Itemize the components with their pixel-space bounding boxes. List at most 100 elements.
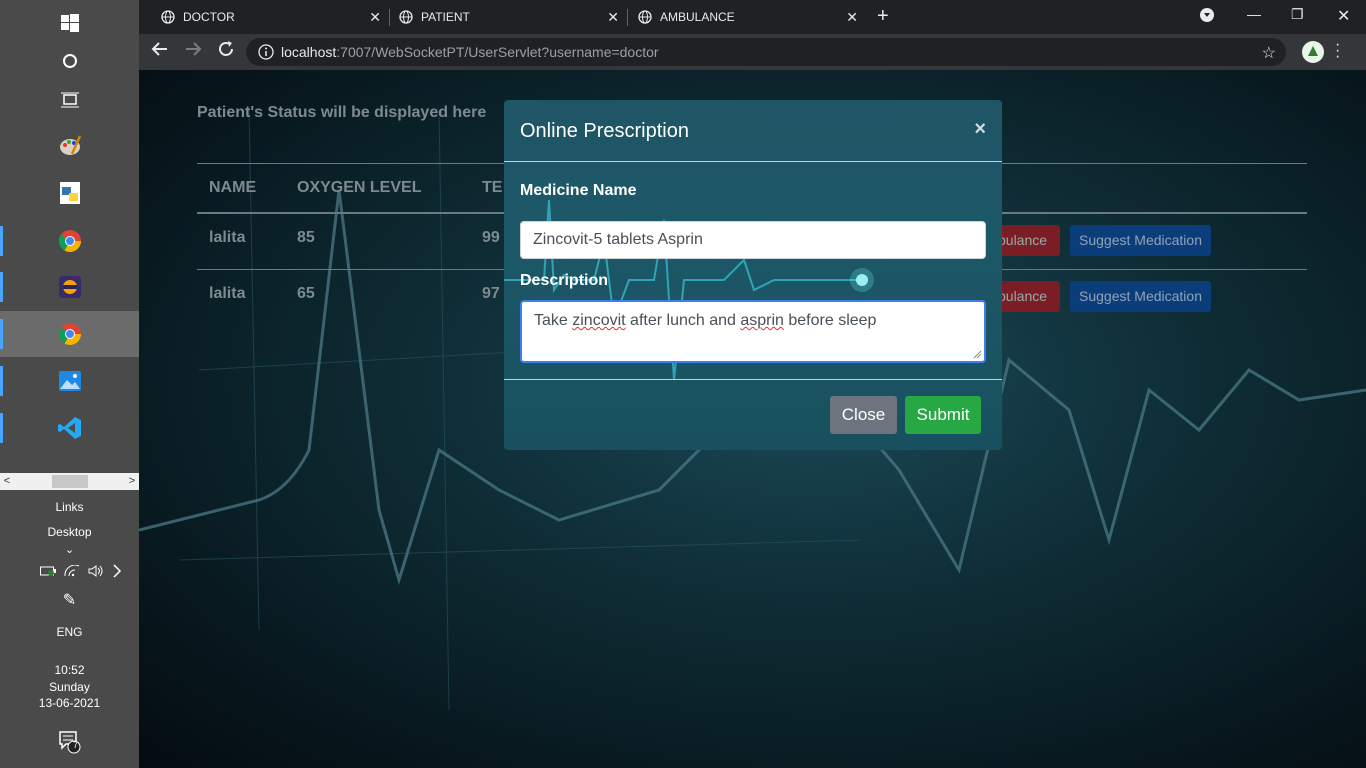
- profile-avatar[interactable]: [1301, 40, 1325, 69]
- modal-header: Online Prescription ×: [504, 100, 1002, 162]
- modal-title: Online Prescription: [520, 120, 689, 142]
- description-textarea[interactable]: Take zincovit after lunch and asprin bef…: [520, 300, 986, 363]
- description-text-part: Take: [534, 312, 573, 329]
- medicine-name-input[interactable]: Zincovit-5 tablets Asprin: [520, 221, 986, 259]
- taskbar-app-javaee[interactable]: [0, 264, 139, 310]
- eclipse-javaee-icon: [58, 276, 81, 298]
- info-icon[interactable]: [258, 44, 274, 60]
- misspelled-word: zincovit: [572, 312, 626, 329]
- back-icon[interactable]: [151, 40, 169, 63]
- desktop-toolbar[interactable]: Desktop: [0, 525, 139, 539]
- cell-oxygen: 65: [297, 285, 315, 302]
- globe-icon: [399, 10, 413, 24]
- minimize-icon[interactable]: —: [1247, 6, 1261, 22]
- chevron-down-icon[interactable]: ⌄: [0, 543, 139, 556]
- description-text-part: after lunch and: [625, 312, 741, 329]
- suggest-medication-button[interactable]: Suggest Medication: [1070, 281, 1211, 312]
- scroll-right-icon[interactable]: >: [125, 473, 139, 490]
- column-header-name: NAME: [209, 179, 257, 196]
- action-center-button[interactable]: 7: [0, 730, 139, 757]
- taskbar-app-chrome-1[interactable]: [0, 218, 139, 264]
- tab-label: DOCTOR: [183, 10, 235, 24]
- clock-date[interactable]: 13-06-2021: [0, 696, 139, 710]
- profile-menu-icon[interactable]: [1200, 8, 1214, 25]
- tab-label: AMBULANCE: [660, 10, 735, 24]
- globe-icon: [161, 10, 175, 24]
- close-window-icon[interactable]: ✕: [1337, 6, 1350, 26]
- taskbar: < > Links Desktop ⌄ ✎ ENG 10:52 Sunday 1…: [0, 0, 139, 768]
- prescription-modal: Online Prescription × Medicine Name Zinc…: [504, 100, 1002, 450]
- url-text[interactable]: localhost:7007/WebSocketPT/UserServlet?u…: [281, 44, 659, 60]
- windows-icon: [60, 14, 79, 32]
- submit-button[interactable]: Submit: [905, 396, 981, 434]
- tab-label: PATIENT: [421, 10, 470, 24]
- running-indicator: [0, 272, 3, 302]
- forward-icon[interactable]: [184, 40, 202, 63]
- suggest-medication-button[interactable]: Suggest Medication: [1070, 225, 1211, 256]
- running-indicator: [0, 413, 3, 443]
- tab-patient[interactable]: PATIENT ✕: [377, 0, 627, 34]
- status-title: Patient's Status will be displayed here: [197, 104, 487, 121]
- links-toolbar[interactable]: Links: [0, 500, 139, 514]
- browser-chrome: DOCTOR ✕ PATIENT ✕ AMBULANCE ✕ + — ❐ ✕ l…: [139, 0, 1366, 70]
- bookmark-star-icon[interactable]: ☆: [1262, 43, 1276, 63]
- description-label: Description: [520, 272, 609, 289]
- tab-ambulance[interactable]: AMBULANCE ✕: [616, 0, 866, 34]
- vscode-icon: [57, 417, 81, 439]
- paint-palette-icon: [59, 135, 81, 155]
- chevron-right-icon[interactable]: [112, 564, 122, 578]
- column-header-oxygen: OXYGEN LEVEL: [297, 179, 422, 196]
- modal-footer-divider: [504, 379, 1002, 380]
- system-tray: [40, 564, 122, 578]
- cell-temperature: 99: [482, 229, 500, 246]
- volume-icon[interactable]: [88, 565, 104, 577]
- battery-icon[interactable]: [40, 566, 56, 576]
- task-view-button[interactable]: [0, 77, 139, 123]
- clock-time[interactable]: 10:52: [0, 663, 139, 677]
- new-tab-icon[interactable]: +: [877, 5, 889, 28]
- task-view-icon: [60, 92, 79, 108]
- resize-grip-icon[interactable]: [973, 350, 982, 359]
- address-bar[interactable]: localhost:7007/WebSocketPT/UserServlet?u…: [246, 38, 1286, 66]
- photos-icon: [58, 371, 81, 391]
- tab-doctor[interactable]: DOCTOR ✕: [139, 0, 389, 34]
- ambulance-button[interactable]: bulance: [994, 281, 1060, 312]
- python-file-icon: [59, 182, 80, 204]
- url-host: localhost: [281, 44, 337, 60]
- avatar-icon: [1302, 41, 1324, 63]
- restore-icon[interactable]: ❐: [1291, 6, 1304, 23]
- notification-count: 7: [73, 740, 79, 750]
- taskbar-scrollbar[interactable]: < >: [0, 473, 139, 490]
- close-tab-icon[interactable]: ✕: [846, 9, 858, 26]
- clock-day[interactable]: Sunday: [0, 680, 139, 694]
- taskbar-app-vscode[interactable]: [0, 405, 139, 451]
- url-path: :7007/WebSocketPT/UserServlet?username=d…: [336, 44, 659, 60]
- pen-icon[interactable]: ✎: [0, 590, 139, 610]
- wifi-icon[interactable]: [64, 565, 80, 577]
- cell-temperature: 97: [482, 285, 500, 302]
- chrome-icon: [58, 323, 81, 345]
- running-indicator: [0, 366, 3, 396]
- language-indicator[interactable]: ENG: [0, 625, 139, 639]
- close-button[interactable]: Close: [830, 396, 897, 434]
- ambulance-button[interactable]: bulance: [994, 225, 1060, 256]
- cell-name: lalita: [209, 285, 246, 302]
- close-icon[interactable]: ×: [974, 118, 986, 141]
- scroll-thumb[interactable]: [52, 475, 88, 488]
- taskbar-app-chrome-2[interactable]: [0, 311, 139, 357]
- reload-icon[interactable]: [217, 40, 235, 63]
- taskbar-app-python[interactable]: [0, 170, 139, 216]
- globe-icon: [638, 10, 652, 24]
- description-text-part: before sleep: [783, 312, 877, 329]
- cell-name: lalita: [209, 229, 246, 246]
- taskbar-app-paint[interactable]: [0, 123, 139, 169]
- misspelled-word: asprin: [740, 312, 784, 329]
- scroll-left-icon[interactable]: <: [0, 473, 14, 490]
- running-indicator: [0, 226, 3, 256]
- browser-toolbar: localhost:7007/WebSocketPT/UserServlet?u…: [139, 34, 1366, 70]
- cortana-circle-icon: [62, 54, 77, 68]
- medicine-name-label: Medicine Name: [520, 182, 637, 199]
- kebab-menu-icon[interactable]: · · ·: [1335, 37, 1340, 65]
- taskbar-app-photos[interactable]: [0, 358, 139, 404]
- chrome-icon: [58, 230, 81, 252]
